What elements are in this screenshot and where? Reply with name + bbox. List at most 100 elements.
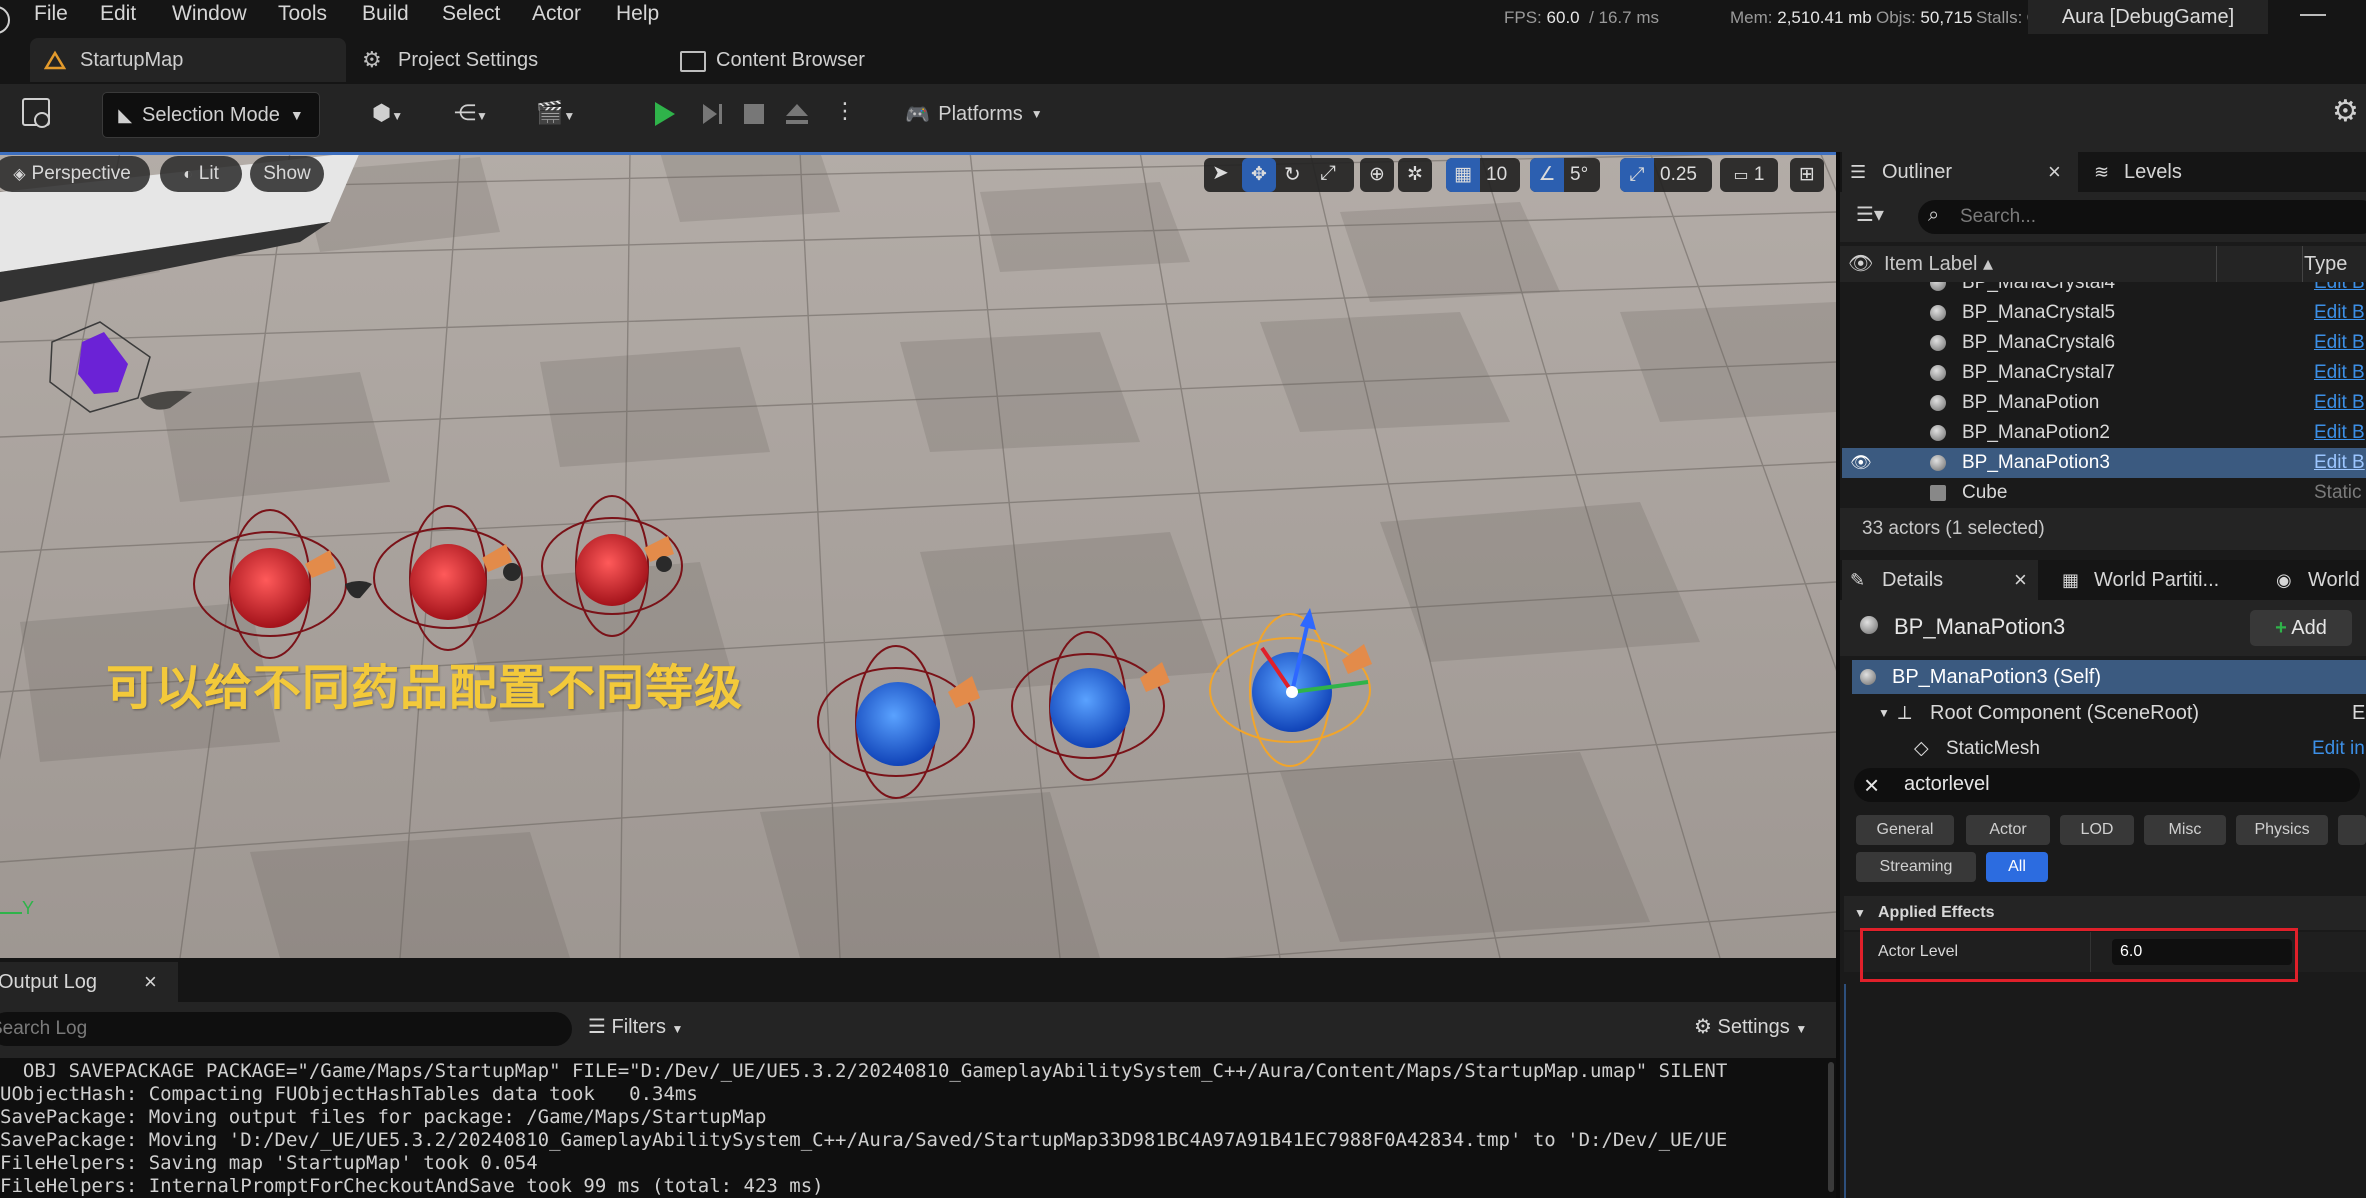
filter-icon[interactable]: ☰▾ <box>1856 202 1884 227</box>
scale-snap-toggle[interactable]: ⤢ 0.25 <box>1620 158 1712 192</box>
add-component-button[interactable]: + Add <box>2250 610 2352 646</box>
outliner-row[interactable]: BP_ManaCrystal4 Edit B <box>1842 282 2366 298</box>
platforms-dropdown[interactable]: 🎮 Platforms ▼ <box>896 92 1052 136</box>
filter-all[interactable]: All <box>1986 852 2048 882</box>
filter-streaming[interactable]: Streaming <box>1856 852 1976 882</box>
show-button[interactable]: Show <box>250 156 324 192</box>
col-type[interactable]: Type <box>2304 246 2347 282</box>
tab-world-settings[interactable]: ◉ World <box>2276 560 2366 600</box>
grid-snap-toggle[interactable]: ▦ 10 <box>1446 158 1520 192</box>
stop-icon[interactable] <box>744 104 764 124</box>
applied-effects-section[interactable]: ▼ Applied Effects <box>1844 896 2366 930</box>
cinematics-icon[interactable]: 🎬▼ <box>536 100 575 126</box>
translate-tool-icon[interactable]: ✥ <box>1242 158 1276 192</box>
col-item-label[interactable]: Item Label ▴ <box>1884 246 1993 282</box>
row-type-link[interactable]: Edit B <box>2314 298 2365 328</box>
clear-search-icon[interactable]: × <box>1864 770 1879 801</box>
close-icon[interactable]: × <box>2014 560 2027 600</box>
filter-more[interactable] <box>2338 815 2366 845</box>
row-type-link[interactable]: Edit B <box>2314 448 2365 478</box>
tab-content-browser[interactable]: Content Browser <box>680 38 940 82</box>
filter-actor[interactable]: Actor <box>1966 815 2050 845</box>
close-icon[interactable]: × <box>2048 152 2061 192</box>
unreal-logo-icon[interactable] <box>0 6 10 34</box>
viewport-layout-icon[interactable]: ⊞ <box>1790 158 1824 192</box>
filters-dropdown[interactable]: ☰ Filters ▼ <box>588 1014 683 1039</box>
menu-file[interactable]: File <box>34 0 68 28</box>
minimize-icon[interactable] <box>2300 14 2326 16</box>
component-mesh-row[interactable]: ◇ StaticMesh Edit in <box>1852 732 2366 756</box>
settings-icon[interactable]: ⚙ <box>2332 94 2359 129</box>
outliner-row-selected[interactable]: 👁 BP_ManaPotion3 Edit B <box>1842 448 2366 478</box>
select-tool-icon[interactable]: ➤ <box>1212 160 1229 185</box>
pencil-icon: ✎ <box>1850 570 1866 590</box>
output-log-body[interactable]: OBJ SAVEPACKAGE PACKAGE="/Game/Maps/Star… <box>0 1058 1836 1198</box>
filter-lod[interactable]: LOD <box>2060 815 2134 845</box>
blueprint-actor-icon <box>1930 395 1946 411</box>
blueprint-icon[interactable]: ⋲▼ <box>454 100 488 126</box>
row-type-link[interactable]: Edit B <box>2314 328 2365 358</box>
tab-world-partition[interactable]: ▦ World Partiti... <box>2062 560 2232 600</box>
outliner-row[interactable]: BP_ManaCrystal5 Edit B <box>1842 298 2366 328</box>
platforms-label: Platforms <box>938 102 1023 125</box>
menu-tools[interactable]: Tools <box>278 0 327 28</box>
eject-icon[interactable] <box>784 102 810 126</box>
outliner-row[interactable]: BP_ManaPotion2 Edit B <box>1842 418 2366 448</box>
objs-readout: Objs: 50,715 <box>1876 8 1973 27</box>
menu-select[interactable]: Select <box>442 0 500 28</box>
log-scrollbar[interactable] <box>1828 1062 1834 1192</box>
row-type-link[interactable]: Edit B <box>2314 282 2365 298</box>
perspective-button[interactable]: ◈ Perspective <box>0 156 150 192</box>
menu-edit[interactable]: Edit <box>100 0 136 28</box>
tab-levels[interactable]: ≋ Levels <box>2094 152 2234 192</box>
play-icon[interactable] <box>652 100 678 128</box>
scale-tool-icon[interactable]: ⤢ <box>1320 162 1336 185</box>
lit-button[interactable]: ◐ Lit <box>160 156 242 192</box>
menu-build[interactable]: Build <box>362 0 409 28</box>
tab-project-settings[interactable]: ⚙ Project Settings <box>362 38 662 82</box>
tab-output-log[interactable]: Output Log × <box>0 962 178 1002</box>
outliner-row[interactable]: BP_ManaCrystal6 Edit B <box>1842 328 2366 358</box>
row-type-link[interactable]: Edit B <box>2314 388 2365 418</box>
eye-icon[interactable]: 👁 <box>1848 246 1873 282</box>
outliner-row[interactable]: BP_ManaPotion Edit B <box>1842 388 2366 418</box>
tab-details[interactable]: ✎ Details × <box>1842 560 2038 600</box>
row-type-link[interactable]: Edit B <box>2314 358 2365 388</box>
row-type-link[interactable]: Edit B <box>2314 418 2365 448</box>
component-root-row[interactable]: ▼ ⟂ Root Component (SceneRoot) Ed <box>1852 696 2366 730</box>
camera-speed-button[interactable]: ▭ 1 <box>1720 158 1778 192</box>
outliner-row[interactable]: BP_ManaCrystal7 Edit B <box>1842 358 2366 388</box>
filter-general[interactable]: General <box>1856 815 1954 845</box>
rotation-snap-toggle[interactable]: ∠ 5° <box>1530 158 1600 192</box>
add-actor-icon[interactable]: ⬢▼ <box>372 100 403 126</box>
mesh-edit-link[interactable]: Edit in <box>2312 732 2365 756</box>
eye-icon[interactable]: 👁 <box>1850 448 1872 478</box>
world-local-icon[interactable]: ⊕ <box>1360 158 1394 192</box>
selection-mode-dropdown[interactable]: ◣ Selection Mode ▼ <box>102 92 320 138</box>
tab-startupmap[interactable]: StartupMap <box>30 38 346 82</box>
tab-outliner[interactable]: ☰ Outliner × <box>1842 152 2078 192</box>
menu-window[interactable]: Window <box>172 0 247 28</box>
step-icon[interactable] <box>700 102 724 126</box>
rotate-tool-icon[interactable]: ↻ <box>1284 162 1301 187</box>
chevron-down-icon[interactable]: ▼ <box>1878 696 1890 730</box>
outliner-header: 👁 Item Label ▴ Type <box>1840 246 2366 282</box>
scene-root-icon: ⟂ <box>1898 702 1912 724</box>
filter-misc[interactable]: Misc <box>2144 815 2226 845</box>
world-partition-tab-label: World Partiti... <box>2094 569 2220 591</box>
outliner-search-input[interactable]: ⌕ Search... <box>1918 200 2366 234</box>
more-options-icon[interactable]: ⋮ <box>834 98 856 124</box>
log-search-input[interactable]: Search Log <box>0 1012 572 1046</box>
menu-actor[interactable]: Actor <box>532 0 581 28</box>
filter-physics[interactable]: Physics <box>2236 815 2328 845</box>
menu-help[interactable]: Help <box>616 0 659 28</box>
root-edit-link[interactable]: Ed <box>2352 696 2366 730</box>
surface-snap-icon[interactable]: ✲ <box>1398 158 1432 192</box>
outliner-row[interactable]: Cube Static <box>1842 478 2366 504</box>
close-icon[interactable]: × <box>144 962 157 1002</box>
col-item-label-text: Item Label <box>1884 253 1978 275</box>
log-settings-button[interactable]: ⚙ Settings ▼ <box>1694 1014 1807 1039</box>
component-self-row[interactable]: BP_ManaPotion3 (Self) <box>1852 660 2366 694</box>
level-viewport[interactable] <box>0 152 1836 958</box>
details-search-input[interactable]: × actorlevel <box>1854 768 2360 802</box>
